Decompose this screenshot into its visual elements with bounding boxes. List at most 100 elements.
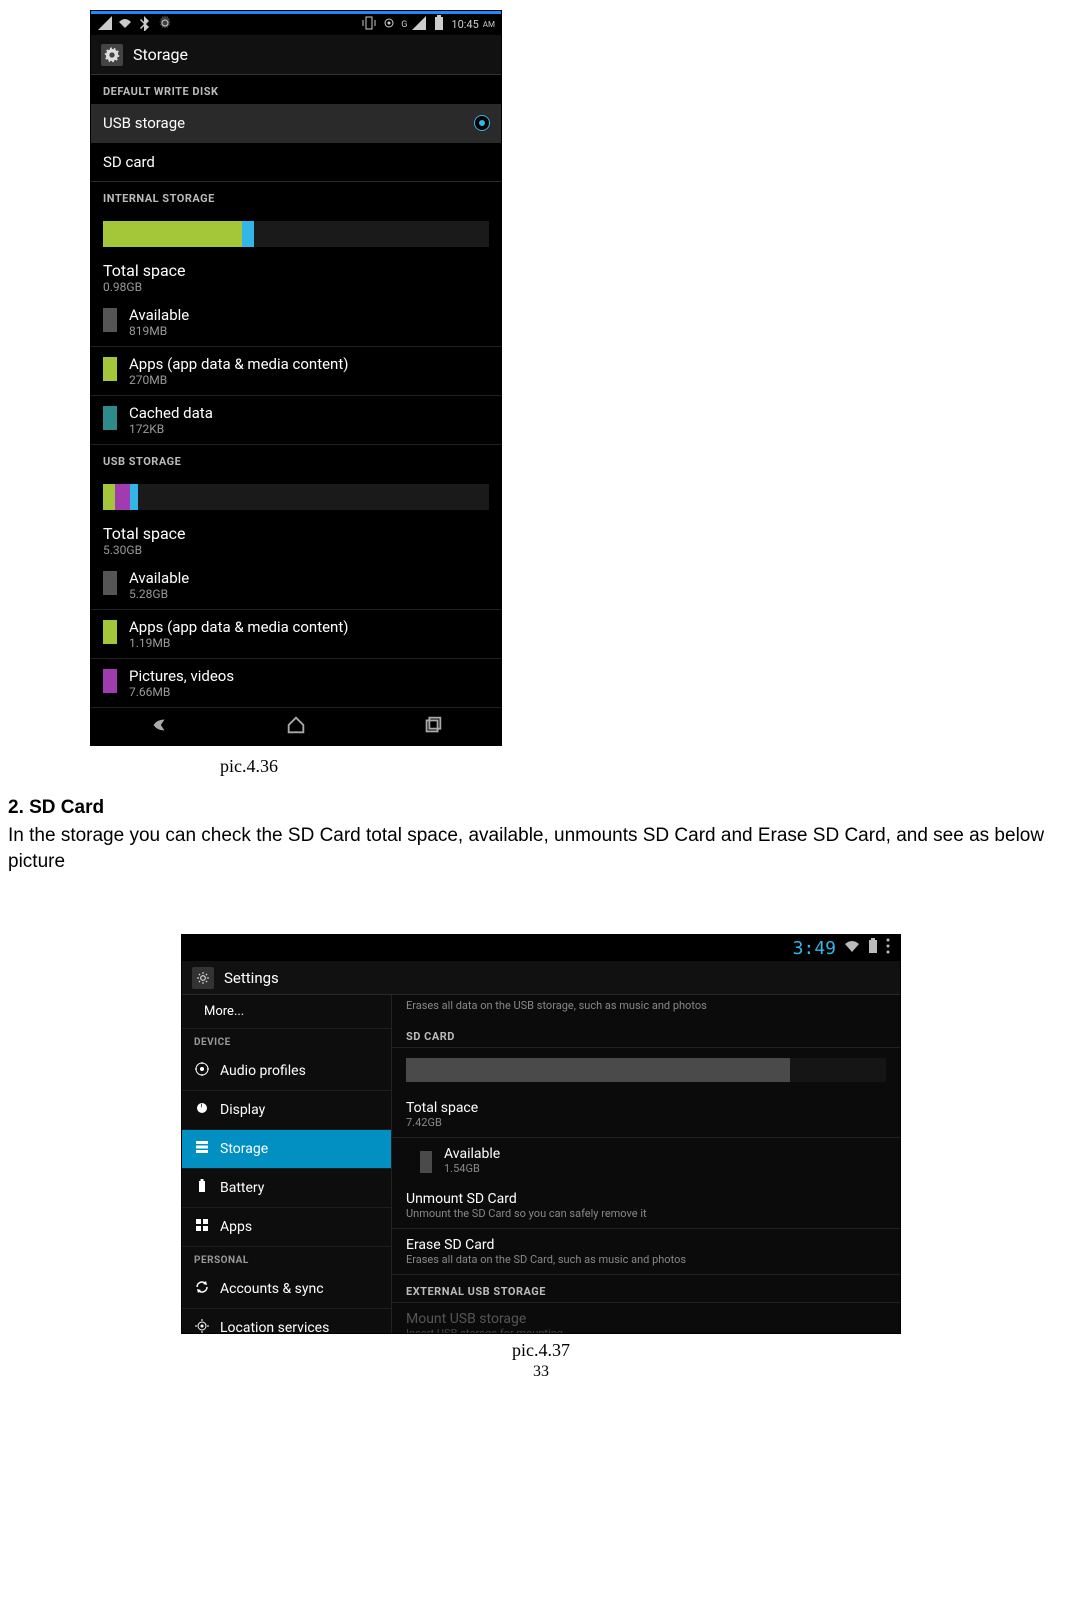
item-value: 1.19MB — [129, 636, 348, 650]
usb-item-pictures[interactable]: Pictures, videos 7.66MB — [91, 659, 501, 707]
sidebar-item-apps[interactable]: Apps — [182, 1208, 391, 1247]
item-label: Pictures, videos — [129, 667, 234, 685]
usb-item-apps[interactable]: Apps (app data & media content) 1.19MB — [91, 610, 501, 659]
clock-time: 3:49 — [793, 938, 836, 959]
nav-bar — [91, 707, 501, 745]
sd-total-space[interactable]: Total space 7.42GB — [392, 1092, 900, 1138]
heading-sd-card: 2. SD Card — [8, 797, 1074, 819]
section-internal-storage: INTERNAL STORAGE — [91, 182, 501, 211]
item-label: Location services — [220, 1320, 329, 1333]
apps-icon — [194, 1217, 210, 1237]
item-value: 270MB — [129, 373, 348, 387]
home-icon[interactable] — [285, 714, 307, 740]
item-label: Erase SD Card — [406, 1237, 886, 1253]
sidebar-item-accounts[interactable]: Accounts & sync — [182, 1270, 391, 1309]
bar-seg-apps — [103, 221, 242, 247]
total-space-label: Total space — [103, 524, 489, 543]
item-label: Audio profiles — [220, 1063, 306, 1079]
vibrate-icon — [361, 15, 377, 34]
battery-icon — [431, 15, 447, 34]
sidebar-section-personal: PERSONAL — [182, 1247, 391, 1270]
usb-item-available[interactable]: Available 5.28GB — [91, 561, 501, 610]
total-space-label: Total space — [103, 261, 489, 280]
color-swatch — [103, 406, 117, 430]
bar-seg-free — [790, 1058, 886, 1082]
bar-seg-free — [254, 221, 489, 247]
item-label: Display — [220, 1102, 265, 1118]
sidebar-item-audio[interactable]: Audio profiles — [182, 1052, 391, 1091]
bluetooth-icon — [137, 15, 153, 34]
section-usb-storage: USB STORAGE — [91, 445, 501, 474]
item-label: Battery — [220, 1180, 264, 1196]
item-label: Apps (app data & media content) — [129, 355, 348, 373]
sd-card-label: SD card — [103, 153, 155, 171]
bar-seg-cached — [242, 221, 254, 247]
row-usb-storage[interactable]: USB storage — [91, 104, 501, 143]
color-swatch — [103, 620, 117, 644]
erase-sd-card[interactable]: Erase SD Card Erases all data on the SD … — [392, 1229, 900, 1275]
sync-icon — [194, 1279, 210, 1299]
recents-icon[interactable] — [422, 714, 444, 740]
color-swatch — [103, 357, 117, 381]
color-swatch — [103, 669, 117, 693]
item-label: Storage — [220, 1141, 268, 1157]
location-icon — [381, 15, 397, 34]
item-label: Mount USB storage — [406, 1311, 886, 1327]
bar-seg-other — [130, 484, 138, 510]
item-label: Available — [444, 1146, 500, 1162]
usb-total-space[interactable]: Total space 5.30GB — [91, 516, 501, 561]
network-type-label: G — [401, 20, 407, 30]
item-label: Accounts & sync — [220, 1281, 324, 1297]
item-label: Available — [129, 306, 189, 324]
row-sd-card[interactable]: SD card — [91, 143, 501, 182]
sidebar-item-battery[interactable]: Battery — [182, 1169, 391, 1208]
display-icon — [194, 1100, 210, 1120]
total-space-value: 0.98GB — [103, 280, 489, 294]
item-label: Unmount SD Card — [406, 1191, 886, 1207]
item-value: 819MB — [129, 324, 189, 338]
app-bar: Storage — [91, 35, 501, 75]
item-value: 172KB — [129, 422, 213, 436]
sidebar-item-display[interactable]: Display — [182, 1091, 391, 1130]
internal-item-available[interactable]: Available 819MB — [91, 298, 501, 347]
internal-total-space[interactable]: Total space 0.98GB — [91, 253, 501, 298]
bar-seg-used — [406, 1058, 790, 1082]
cell-signal-icon — [411, 15, 427, 34]
settings-app-icon — [101, 44, 123, 66]
item-value: 7.66MB — [129, 685, 234, 699]
sidebar-item-more[interactable]: More... — [182, 995, 391, 1029]
storage-screenshot-phone: G 10:45 AM Storage DEFAULT WRITE DISK US… — [90, 10, 502, 746]
section-default-write-disk: DEFAULT WRITE DISK — [91, 75, 501, 104]
bar-seg-apps — [103, 484, 115, 510]
overflow-icon[interactable] — [886, 938, 890, 958]
mount-usb-storage: Mount USB storage Insert USB storage for… — [392, 1303, 900, 1333]
color-swatch — [103, 308, 117, 332]
tablet-app-bar: Settings — [182, 961, 900, 995]
usage-bar — [103, 221, 489, 247]
sd-usage-bar — [392, 1048, 900, 1092]
internal-item-apps[interactable]: Apps (app data & media content) 270MB — [91, 347, 501, 396]
paragraph-sd-card: In the storage you can check the SD Card… — [8, 823, 1074, 874]
signal-strength-icon — [97, 15, 113, 34]
sidebar-item-location[interactable]: Location services — [182, 1309, 391, 1333]
total-space-value: 5.30GB — [103, 543, 489, 557]
internal-item-cached[interactable]: Cached data 172KB — [91, 396, 501, 445]
radio-selected-icon — [475, 116, 489, 130]
sidebar-item-storage[interactable]: Storage — [182, 1130, 391, 1169]
body-text-block: 2. SD Card In the storage you can check … — [8, 797, 1074, 874]
settings-screenshot-tablet: 3:49 Settings More... DEVICE — [181, 934, 901, 1334]
battery-icon — [868, 938, 878, 958]
item-label: Apps (app data & media content) — [129, 618, 348, 636]
appbar-title: Settings — [224, 969, 279, 987]
item-sub: Unmount the SD Card so you can safely re… — [406, 1207, 886, 1220]
wifi-icon — [117, 15, 133, 34]
usb-storage-label: USB storage — [103, 114, 185, 132]
settings-content-panel: Erases all data on the USB storage, such… — [392, 995, 900, 1333]
erase-usb-subtext: Erases all data on the USB storage, such… — [392, 995, 900, 1020]
settings-status-icon — [157, 15, 173, 34]
back-icon[interactable] — [148, 714, 170, 740]
unmount-sd-card[interactable]: Unmount SD Card Unmount the SD Card so y… — [392, 1183, 900, 1229]
item-value: 7.42GB — [406, 1116, 886, 1129]
sd-available[interactable]: Available 1.54GB — [392, 1138, 900, 1183]
usb-usage-bar — [91, 474, 501, 516]
